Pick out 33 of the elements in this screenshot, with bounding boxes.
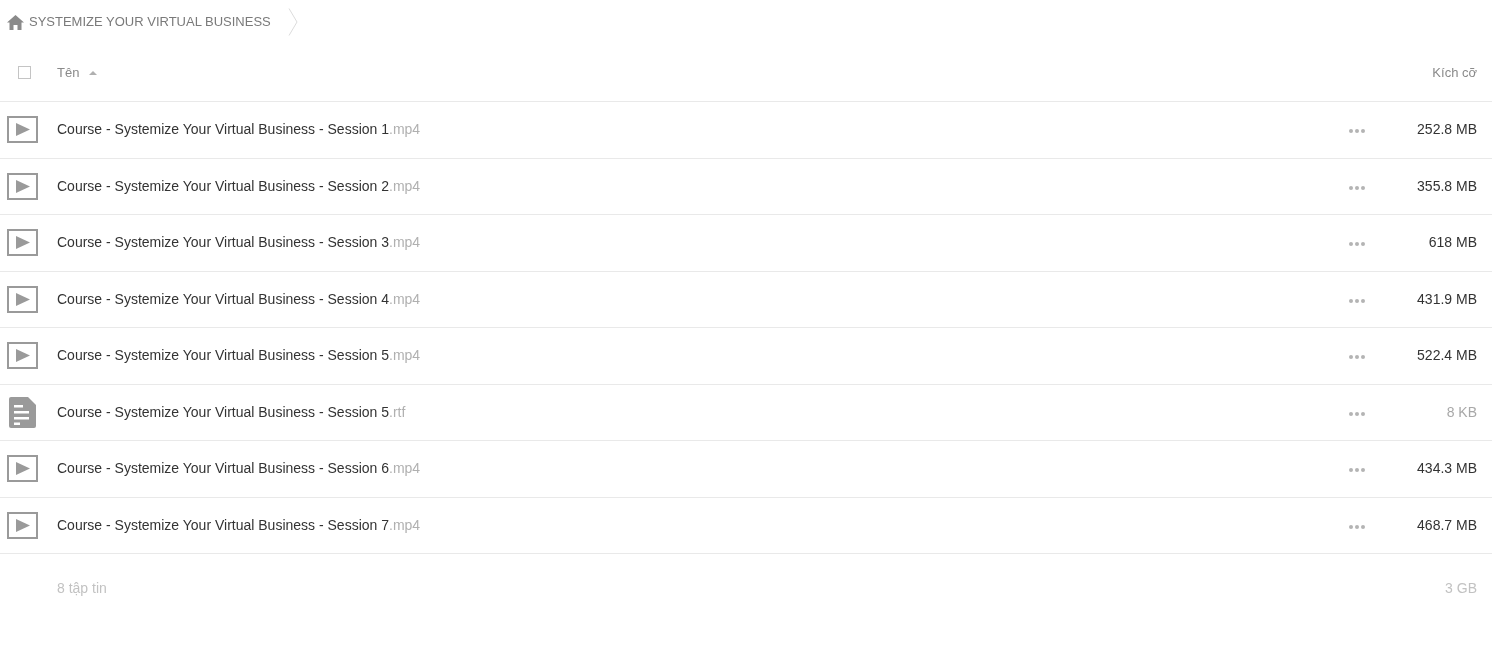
- more-icon[interactable]: [1349, 129, 1365, 134]
- file-size: 434.3 MB: [1416, 459, 1477, 479]
- more-icon[interactable]: [1349, 411, 1365, 416]
- file-name[interactable]: Course - Systemize Your Virtual Business - Session 3.mp4: [57, 232, 421, 254]
- column-header[interactable]: Kích cỡ: [1432, 62, 1477, 83]
- file-size: 431.9 MB: [1416, 289, 1477, 309]
- breadcrumb-link[interactable]: SYSTEMIZE YOUR VIRTUAL BUSINESS: [29, 12, 271, 32]
- file-size: 618 MB: [1427, 233, 1477, 253]
- file-size: 8 KB: [1445, 402, 1477, 422]
- column-header[interactable]: Tên: [57, 62, 80, 83]
- file-name[interactable]: Course - Systemize Your Virtual Business - Session 7.mp4: [57, 514, 421, 536]
- file-name[interactable]: Course - Systemize Your Virtual Business - Session 5.rtf: [57, 401, 406, 423]
- more-icon[interactable]: [1349, 242, 1365, 247]
- more-icon[interactable]: [1349, 355, 1365, 360]
- select-all-checkbox[interactable]: [18, 66, 31, 79]
- file-size: 355.8 MB: [1416, 176, 1477, 196]
- file-name[interactable]: Course - Systemize Your Virtual Business - Session 4.mp4: [57, 288, 421, 310]
- chevron-icon: [287, 8, 298, 36]
- file-name[interactable]: Course - Systemize Your Virtual Business - Session 1.mp4: [57, 119, 421, 141]
- more-icon[interactable]: [1349, 185, 1365, 190]
- home-icon: [7, 14, 24, 30]
- sort-ascending-icon[interactable]: [89, 71, 98, 75]
- more-icon[interactable]: [1349, 298, 1365, 303]
- file-name[interactable]: Course - Systemize Your Virtual Business - Session 5.mp4: [57, 345, 421, 367]
- file-size: 522.4 MB: [1416, 346, 1477, 366]
- file-name[interactable]: Course - Systemize Your Virtual Business - Session 2.mp4: [57, 175, 421, 197]
- total-size: 3 GB: [1445, 578, 1477, 598]
- file-size: 468.7 MB: [1416, 515, 1477, 535]
- file-size: 252.8 MB: [1416, 120, 1477, 140]
- more-icon[interactable]: [1349, 524, 1365, 529]
- more-icon[interactable]: [1349, 468, 1365, 473]
- file-count: 8 tập tin: [57, 578, 107, 598]
- file-name[interactable]: Course - Systemize Your Virtual Business - Session 6.mp4: [57, 458, 421, 480]
